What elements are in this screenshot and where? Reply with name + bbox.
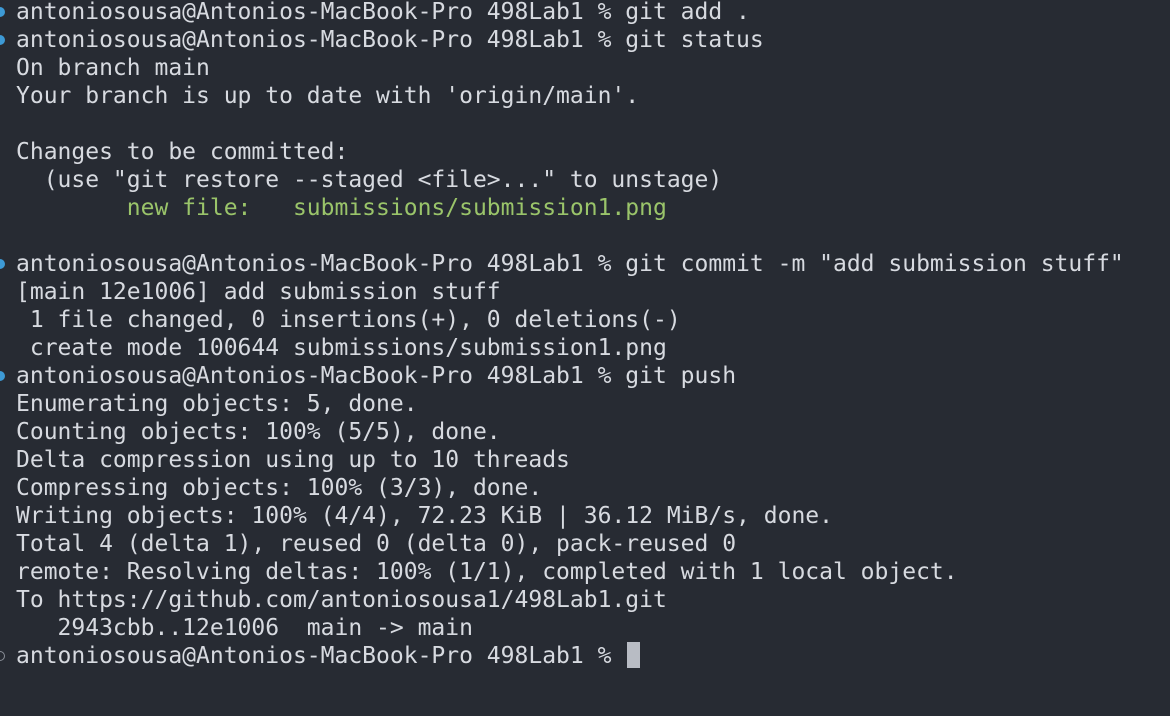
terminal-output: antoniosousa@Antonios-MacBook-Pro 498Lab… xyxy=(0,0,1124,670)
command-text: git add . xyxy=(625,0,750,25)
shell-prompt: antoniosousa@Antonios-MacBook-Pro 498Lab… xyxy=(16,643,626,669)
command-text: git commit -m "add submission stuff" xyxy=(625,251,1124,277)
shell-prompt: antoniosousa@Antonios-MacBook-Pro 498Lab… xyxy=(16,251,626,277)
terminal-window[interactable]: antoniosousa@Antonios-MacBook-Pro 498Lab… xyxy=(0,0,1170,716)
command-line: antoniosousa@Antonios-MacBook-Pro 498Lab… xyxy=(0,26,1124,54)
output-line: Enumerating objects: 5, done. xyxy=(16,391,418,417)
output-line: Your branch is up to date with 'origin/m… xyxy=(16,83,640,109)
output-line: Total 4 (delta 1), reused 0 (delta 0), p… xyxy=(16,531,737,557)
output-line: Counting objects: 100% (5/5), done. xyxy=(16,419,501,445)
shell-prompt: antoniosousa@Antonios-MacBook-Pro 498Lab… xyxy=(16,27,626,53)
blank-line xyxy=(0,110,1124,138)
output-line: create mode 100644 submissions/submissio… xyxy=(16,335,667,361)
output-line: 2943cbb..12e1006 main -> main xyxy=(16,615,473,641)
text-cursor[interactable] xyxy=(627,642,641,668)
command-line: antoniosousa@Antonios-MacBook-Pro 498Lab… xyxy=(0,250,1124,278)
output-line: Compressing objects: 100% (3/3), done. xyxy=(16,475,543,501)
command-status-marker-icon xyxy=(0,35,5,45)
output-line: 1 file changed, 0 insertions(+), 0 delet… xyxy=(16,307,681,333)
output-line: Changes to be committed: xyxy=(16,139,349,165)
command-status-marker-icon xyxy=(0,7,5,17)
active-prompt-line[interactable]: antoniosousa@Antonios-MacBook-Pro 498Lab… xyxy=(0,642,1124,670)
command-status-marker-icon xyxy=(0,371,5,381)
command-line: antoniosousa@Antonios-MacBook-Pro 498Lab… xyxy=(0,0,1124,26)
command-text: git push xyxy=(625,363,737,389)
blank-line xyxy=(0,222,1124,250)
output-line: [main 12e1006] add submission stuff xyxy=(16,279,501,305)
output-line: On branch main xyxy=(16,55,210,81)
staged-file-line: new file: submissions/submission1.png xyxy=(16,195,667,221)
pending-status-marker-icon xyxy=(0,651,5,661)
command-line: antoniosousa@Antonios-MacBook-Pro 498Lab… xyxy=(0,362,1124,390)
shell-prompt: antoniosousa@Antonios-MacBook-Pro 498Lab… xyxy=(16,0,626,25)
output-line: remote: Resolving deltas: 100% (1/1), co… xyxy=(16,559,958,585)
output-line: To https://github.com/antoniosousa1/498L… xyxy=(16,587,667,613)
command-text: git status xyxy=(625,27,764,53)
output-line: Writing objects: 100% (4/4), 72.23 KiB |… xyxy=(16,503,833,529)
command-status-marker-icon xyxy=(0,259,5,269)
output-line: Delta compression using up to 10 threads xyxy=(16,447,570,473)
shell-prompt: antoniosousa@Antonios-MacBook-Pro 498Lab… xyxy=(16,363,626,389)
output-line: (use "git restore --staged <file>..." to… xyxy=(16,167,723,193)
